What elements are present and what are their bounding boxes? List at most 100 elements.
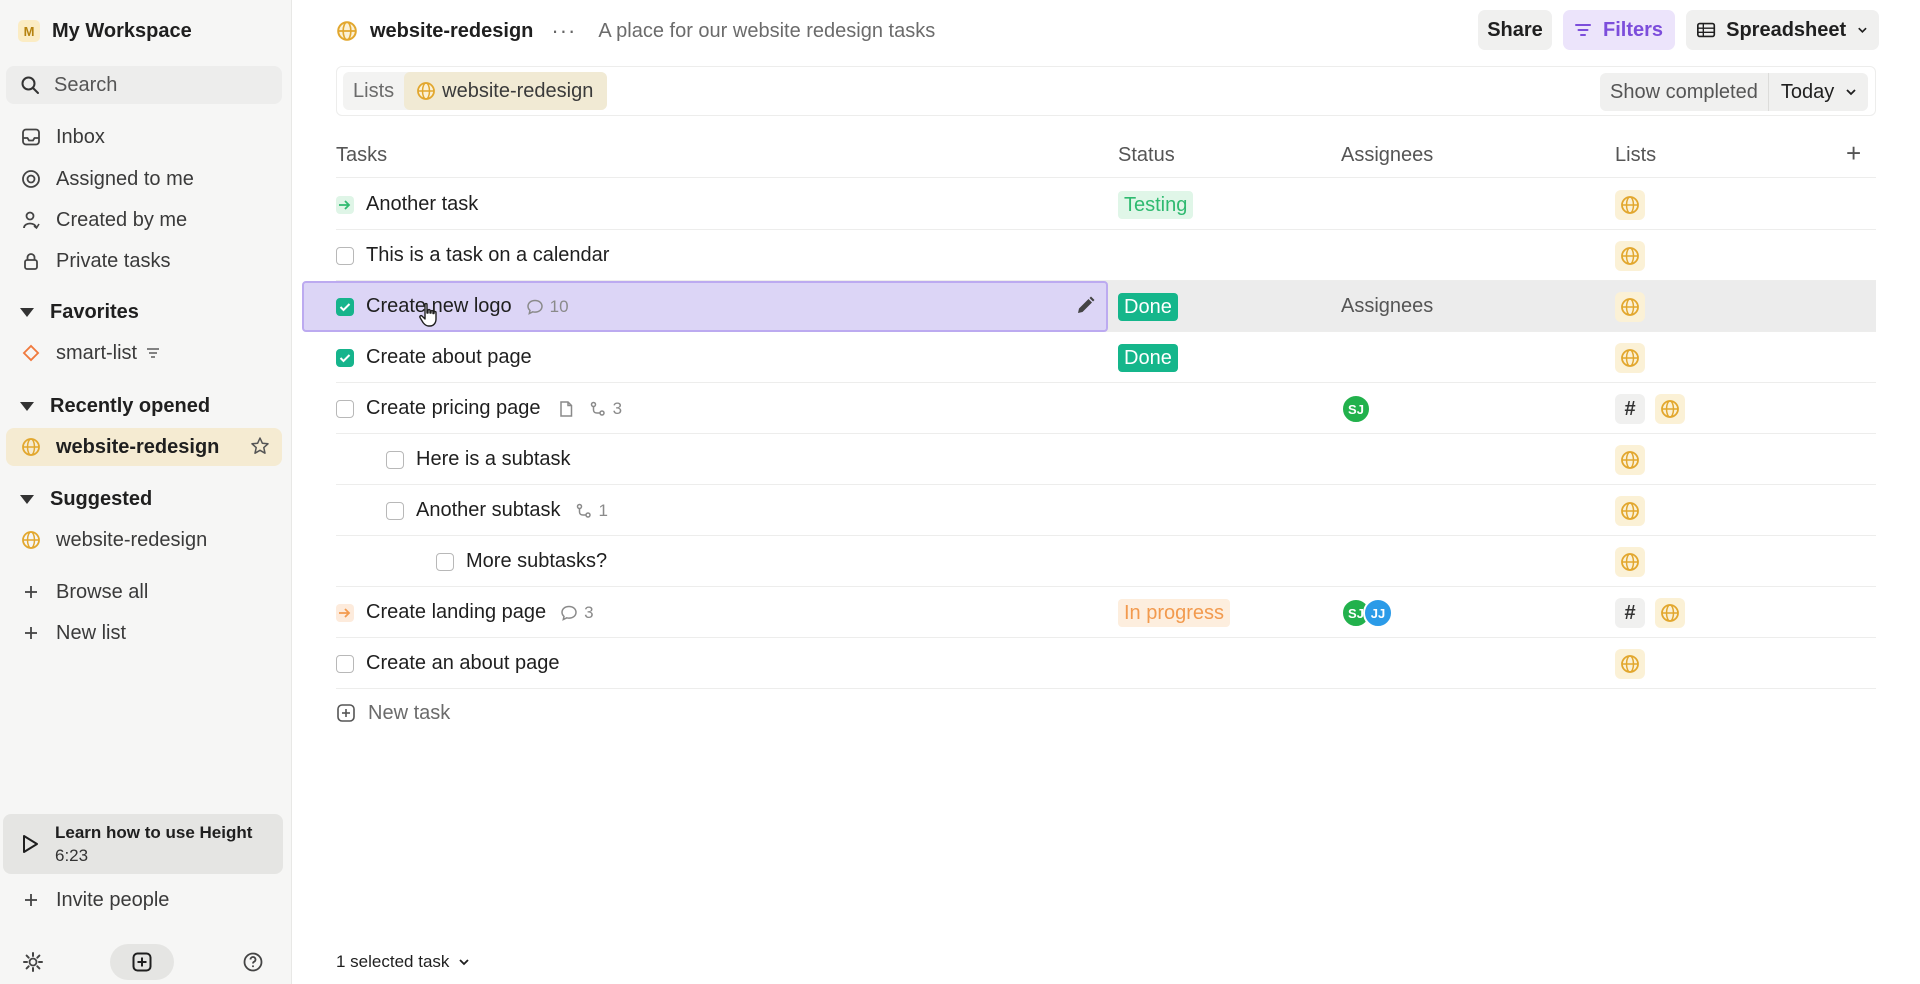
column-tasks[interactable]: Tasks — [336, 144, 387, 167]
section-favorites[interactable]: Favorites — [20, 297, 139, 327]
task-name[interactable]: More subtasks? — [466, 550, 607, 573]
table-row[interactable]: Create landing page 3 In progress SJ JJ … — [336, 587, 1876, 638]
comment-count[interactable]: 10 — [526, 297, 569, 317]
task-checkbox[interactable] — [336, 348, 354, 367]
star-icon[interactable] — [250, 436, 270, 456]
assignees-cell[interactable]: SJ JJ — [1341, 598, 1393, 628]
table-row[interactable]: Create an about page — [336, 638, 1876, 689]
status-badge[interactable]: Done — [1118, 344, 1178, 372]
breadcrumb-lists[interactable]: Lists — [343, 72, 404, 110]
table-row[interactable]: Create about page Done — [336, 332, 1876, 383]
section-title: Suggested — [50, 487, 153, 510]
task-name[interactable]: Create pricing page — [366, 397, 541, 420]
learn-video-card[interactable]: Learn how to use Height 6:23 — [3, 814, 283, 874]
search-input[interactable] — [54, 73, 254, 97]
task-checkbox[interactable] — [336, 246, 354, 265]
search-box[interactable] — [6, 66, 282, 104]
status-badge[interactable]: In progress — [1118, 599, 1231, 627]
lists-cell[interactable] — [1615, 241, 1645, 271]
comment-count[interactable]: 3 — [560, 603, 594, 623]
page-description[interactable]: A place for our website redesign tasks — [598, 20, 935, 43]
globe-icon — [1655, 598, 1685, 628]
column-lists[interactable]: Lists — [1615, 144, 1656, 167]
task-checkbox[interactable] — [386, 501, 404, 520]
table-row[interactable]: Another subtask 1 — [336, 485, 1876, 536]
table-row[interactable]: Another task Testing — [336, 179, 1876, 230]
task-checkbox[interactable] — [336, 297, 354, 316]
breadcrumb-current-list[interactable]: website-redesign — [404, 72, 608, 110]
status-badge[interactable]: Testing — [1118, 191, 1194, 219]
globe-icon — [1615, 445, 1645, 475]
task-name[interactable]: Create landing page — [366, 601, 546, 624]
lists-cell[interactable] — [1615, 649, 1645, 679]
table-row[interactable]: Create pricing page 3 SJ # — [336, 383, 1876, 434]
filters-button[interactable]: Filters — [1563, 10, 1675, 50]
lists-cell[interactable] — [1615, 445, 1645, 475]
task-name[interactable]: This is a task on a calendar — [366, 244, 609, 267]
hash-list-tag: # — [1615, 598, 1645, 628]
browse-all-button[interactable]: Browse all — [6, 573, 282, 611]
task-name[interactable]: Create an about page — [366, 652, 560, 675]
target-icon — [20, 168, 42, 190]
add-column-button[interactable]: + — [1846, 138, 1861, 169]
edit-pencil-icon[interactable] — [1074, 295, 1096, 317]
task-name[interactable]: Create about page — [366, 346, 532, 369]
column-assignees[interactable]: Assignees — [1341, 144, 1433, 167]
assignees-placeholder[interactable]: Assignees — [1341, 295, 1433, 318]
date-dropdown[interactable]: Today — [1769, 73, 1868, 111]
view-switcher[interactable]: Spreadsheet — [1686, 10, 1879, 50]
task-name[interactable]: Another task — [366, 193, 478, 216]
table-row[interactable]: More subtasks? — [336, 536, 1876, 587]
show-completed-button[interactable]: Show completed — [1600, 73, 1769, 111]
assignees-cell[interactable]: SJ — [1341, 394, 1371, 424]
subtask-count[interactable]: 3 — [589, 399, 622, 419]
task-cell: Another subtask 1 — [386, 485, 608, 536]
status-badge[interactable]: Done — [1118, 293, 1178, 321]
section-recently-opened[interactable]: Recently opened — [20, 391, 210, 421]
task-checkbox[interactable] — [436, 552, 454, 571]
column-status[interactable]: Status — [1118, 144, 1175, 167]
workspace-switcher[interactable]: M My Workspace — [18, 16, 192, 46]
more-options-button[interactable]: ··· — [551, 18, 576, 44]
task-checkbox[interactable] — [336, 654, 354, 673]
subtask-count[interactable]: 1 — [575, 501, 608, 521]
lists-cell[interactable]: # — [1615, 598, 1685, 628]
nav-private-tasks[interactable]: Private tasks — [6, 242, 282, 280]
task-name[interactable]: Another subtask — [416, 499, 561, 522]
lists-cell[interactable] — [1615, 190, 1645, 220]
share-button[interactable]: Share — [1478, 10, 1552, 50]
plus-icon — [20, 889, 42, 911]
task-checkbox[interactable] — [386, 450, 404, 469]
compose-button[interactable] — [110, 944, 174, 980]
globe-icon — [20, 529, 42, 551]
lists-cell[interactable] — [1615, 292, 1645, 322]
task-name[interactable]: Here is a subtask — [416, 448, 571, 471]
nav-label: website-redesign — [56, 435, 220, 458]
lists-cell[interactable] — [1615, 496, 1645, 526]
table-row-selected[interactable]: Create new logo 10 Done Assignees — [302, 281, 1876, 332]
lists-cell[interactable] — [1615, 343, 1645, 373]
favorite-smart-list[interactable]: smart-list — [6, 334, 282, 372]
task-cell: This is a task on a calendar — [336, 230, 609, 281]
table-row[interactable]: This is a task on a calendar — [336, 230, 1876, 281]
nav-created-by-me[interactable]: Created by me — [6, 201, 282, 239]
page-title[interactable]: website-redesign — [370, 20, 533, 43]
comment-icon — [561, 605, 577, 621]
lists-cell[interactable] — [1615, 547, 1645, 577]
table-row[interactable]: Here is a subtask — [336, 434, 1876, 485]
recent-website-redesign[interactable]: website-redesign — [6, 428, 282, 466]
nav-inbox[interactable]: Inbox — [6, 118, 282, 156]
settings-button[interactable] — [18, 944, 48, 980]
help-button[interactable] — [238, 944, 268, 980]
status-arrow-icon[interactable] — [336, 603, 354, 622]
suggested-website-redesign[interactable]: website-redesign — [6, 521, 282, 559]
section-suggested[interactable]: Suggested — [20, 484, 152, 514]
nav-assigned-to-me[interactable]: Assigned to me — [6, 160, 282, 198]
selection-count-dropdown[interactable]: 1 selected task — [336, 950, 471, 974]
lists-cell[interactable]: # — [1615, 394, 1685, 424]
new-list-button[interactable]: New list — [6, 614, 282, 652]
status-arrow-icon[interactable] — [336, 195, 354, 214]
task-checkbox[interactable] — [336, 399, 354, 418]
invite-people-button[interactable]: Invite people — [6, 881, 282, 919]
new-task-button[interactable]: New task — [336, 698, 450, 728]
